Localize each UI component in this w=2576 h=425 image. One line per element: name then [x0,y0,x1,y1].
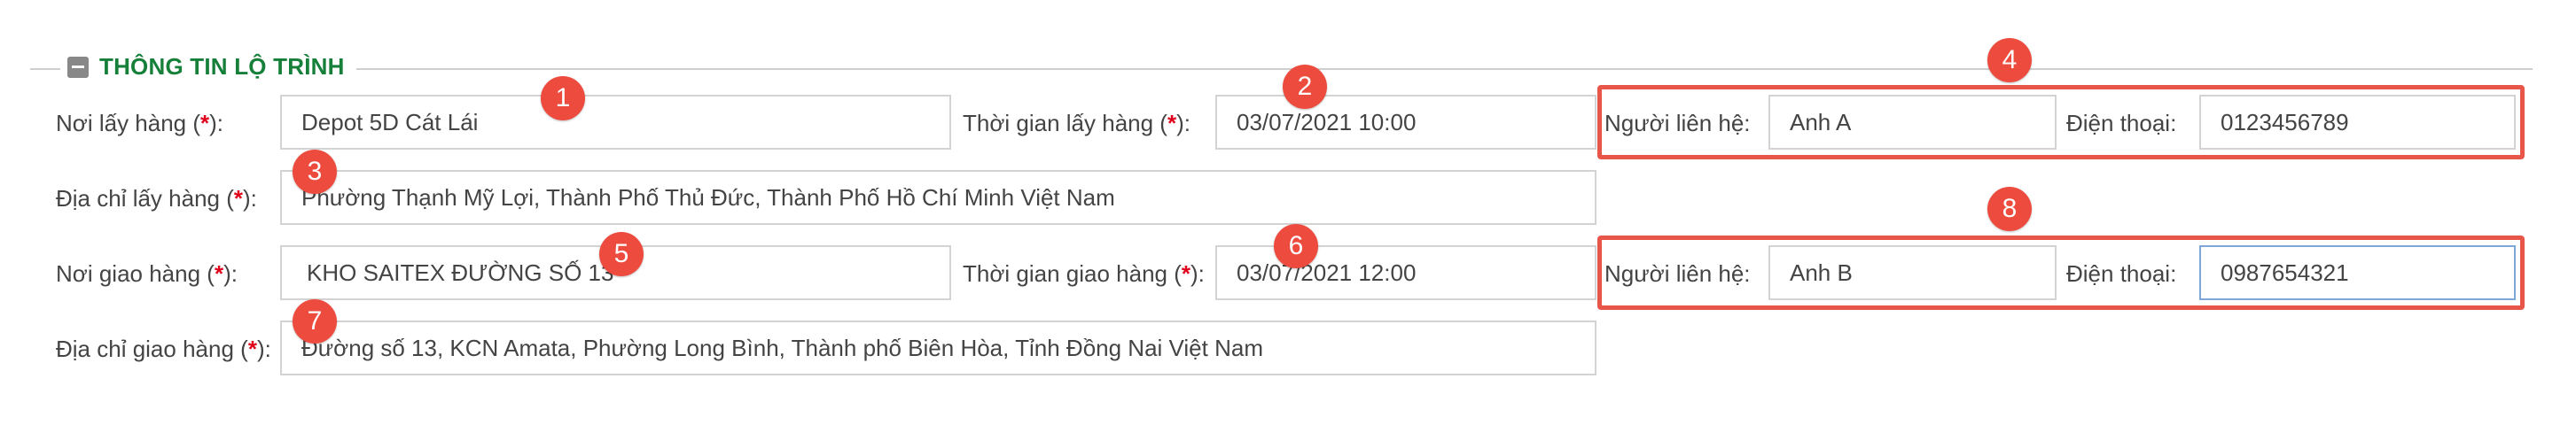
pickup-address-label: Địa chỉ lấy hàng (*): [56,185,257,212]
delivery-contact-highlight [1597,236,2525,310]
pickup-address-input[interactable]: Phường Thạnh Mỹ Lợi, Thành Phố Thủ Đức, … [280,170,1596,225]
callout-badge-6: 6 [1274,224,1318,268]
callout-badge-8: 8 [1987,187,2032,231]
pickup-place-input[interactable]: Depot 5D Cát Lái [280,95,951,150]
legend-line-left [30,68,60,70]
pickup-contact-highlight [1597,85,2525,159]
callout-badge-4: 4 [1987,38,2032,82]
pickup-place-label: Nơi lấy hàng (*): [56,110,224,136]
collapse-icon[interactable] [67,56,89,78]
delivery-place-label: Nơi giao hàng (*): [56,260,238,287]
callout-badge-1: 1 [541,76,585,120]
callout-badge-2: 2 [1283,65,1327,109]
delivery-time-label: Thời gian giao hàng (*): [963,260,1205,287]
callout-badge-5: 5 [599,232,644,276]
section-title: THÔNG TIN LỘ TRÌNH [99,53,345,80]
delivery-address-label: Địa chỉ giao hàng (*): [56,336,271,362]
callout-badge-3: 3 [293,150,337,194]
section-legend: THÔNG TIN LỘ TRÌNH [67,53,345,81]
pickup-time-input[interactable]: 03/07/2021 10:00 [1215,95,1596,150]
pickup-time-label: Thời gian lấy hàng (*): [963,110,1190,136]
legend-line-right [356,68,2533,70]
delivery-address-input[interactable]: Đường số 13, KCN Amata, Phường Long Bình… [280,321,1596,375]
delivery-time-input[interactable]: 03/07/2021 12:00 [1215,245,1596,300]
callout-badge-7: 7 [293,299,337,344]
